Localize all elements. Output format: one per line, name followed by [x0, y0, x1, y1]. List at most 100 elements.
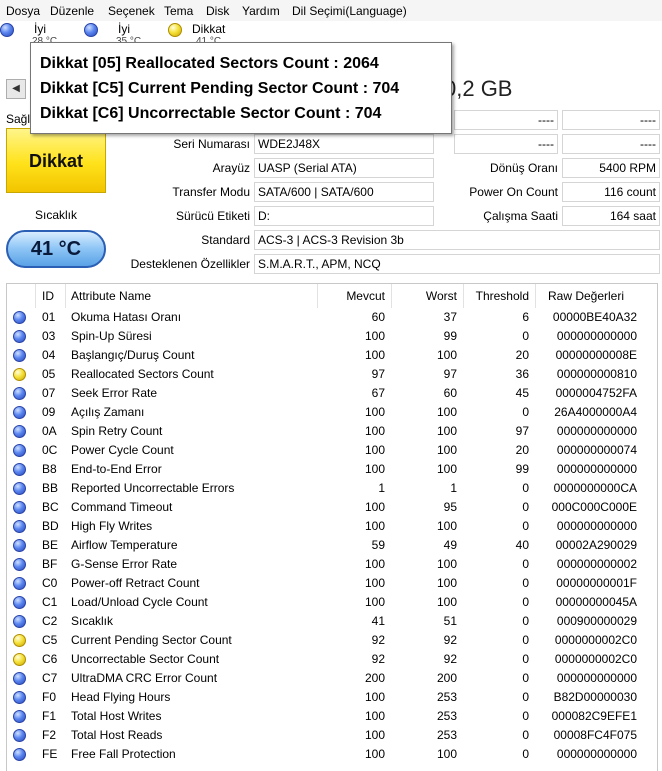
- cell-raw-value: 000000000002: [556, 557, 637, 571]
- column-divider[interactable]: [535, 284, 536, 308]
- cell-raw-value: 000000000000: [556, 462, 637, 476]
- table-body: 01 Okuma Hatası Oranı 60 37 6 00000BE40A32 03 S…: [7, 308, 657, 764]
- drive-tab-1[interactable]: İyi 28 °C: [0, 21, 80, 47]
- cell-threshold: 0: [522, 481, 529, 495]
- table-row[interactable]: 07 Seek Error Rate 67 60 45 0000004752FA: [7, 384, 657, 403]
- cell-current: 100: [364, 462, 385, 476]
- column-header-raw-values[interactable]: Raw Değerleri: [535, 284, 637, 308]
- cell-attribute-name: End-to-End Error: [71, 462, 162, 476]
- menu-item-disk[interactable]: Disk: [206, 4, 229, 18]
- table-row[interactable]: 03 Spin-Up Süresi 100 99 0 000000000000: [7, 327, 657, 346]
- table-row[interactable]: 0C Power Cycle Count 100 100 20 000000000074: [7, 441, 657, 460]
- serial-label: Seri Numarası: [173, 137, 250, 151]
- cell-current: 100: [364, 405, 385, 419]
- table-row[interactable]: F0 Head Flying Hours 100 253 0 B82D00000030: [7, 688, 657, 707]
- table-row[interactable]: 04 Başlangıç/Duruş Count 100 100 20 000000000…: [7, 346, 657, 365]
- caution-status-icon: [13, 634, 26, 647]
- table-row[interactable]: C6 Uncorrectable Sector Count 92 92 0 0000000…: [7, 650, 657, 669]
- menu-item-edit[interactable]: Düzenle: [50, 4, 94, 18]
- table-row[interactable]: F2 Total Host Reads 100 253 0 00008FC4F075: [7, 726, 657, 745]
- cell-worst: 100: [436, 462, 457, 476]
- column-header-threshold[interactable]: Threshold: [463, 284, 529, 308]
- health-status-value: Dikkat: [28, 151, 84, 171]
- temperature-button[interactable]: 41 °C: [6, 230, 106, 268]
- table-row[interactable]: FE Free Fall Protection 100 100 0 00000000000…: [7, 745, 657, 764]
- table-row[interactable]: 09 Açılış Zamanı 100 100 0 26A4000000A4: [7, 403, 657, 422]
- drive-tab-3[interactable]: Dikkat 41 °C: [168, 21, 248, 47]
- cell-raw-value: 000000000000: [556, 747, 637, 761]
- cell-worst: 253: [436, 709, 457, 723]
- caution-status-icon: [168, 23, 182, 37]
- cell-current: 100: [364, 500, 385, 514]
- table-row[interactable]: C2 Sıcaklık 41 51 0 000900000029: [7, 612, 657, 631]
- column-divider[interactable]: [463, 284, 464, 308]
- table-row[interactable]: BB Reported Uncorrectable Errors 1 1 0 000000…: [7, 479, 657, 498]
- table-row[interactable]: BE Airflow Temperature 59 49 40 00002A290029: [7, 536, 657, 555]
- previous-drive-button[interactable]: ◀: [6, 79, 26, 99]
- menu-item-language[interactable]: Dil Seçimi(Language): [292, 4, 407, 18]
- cell-attribute-name: Seek Error Rate: [71, 386, 158, 400]
- table-row[interactable]: BC Command Timeout 100 95 0 000C000C000E: [7, 498, 657, 517]
- cell-worst: 92: [443, 633, 457, 647]
- cell-threshold: 0: [522, 633, 529, 647]
- column-divider[interactable]: [391, 284, 392, 308]
- table-row[interactable]: C7 UltraDMA CRC Error Count 200 200 0 0000000…: [7, 669, 657, 688]
- health-status-button[interactable]: Dikkat: [6, 128, 106, 193]
- table-row[interactable]: C0 Power-off Retract Count 100 100 0 00000000…: [7, 574, 657, 593]
- good-status-icon: [13, 691, 26, 704]
- cell-id: F2: [42, 728, 57, 742]
- table-row[interactable]: F1 Total Host Writes 100 253 0 000082C9EFE1: [7, 707, 657, 726]
- cell-worst: 100: [436, 348, 457, 362]
- cell-worst: 100: [436, 405, 457, 419]
- cell-id: 01: [42, 310, 56, 324]
- good-status-icon: [13, 672, 26, 685]
- cell-attribute-name: High Fly Writes: [71, 519, 153, 533]
- features-field: S.M.A.R.T., APM, NCQ: [254, 254, 660, 274]
- power-on-count-field: 116 count: [562, 182, 660, 202]
- cell-attribute-name: Spin-Up Süresi: [71, 329, 152, 343]
- column-divider[interactable]: [317, 284, 318, 308]
- cell-threshold: 99: [515, 462, 529, 476]
- table-row[interactable]: BD High Fly Writes 100 100 0 000000000000: [7, 517, 657, 536]
- cell-current: 100: [364, 690, 385, 704]
- table-row[interactable]: B8 End-to-End Error 100 100 99 000000000000: [7, 460, 657, 479]
- cell-threshold: 0: [522, 557, 529, 571]
- drive-tab-2[interactable]: İyi 35 °C: [84, 21, 164, 47]
- column-header-current[interactable]: Mevcut: [317, 284, 385, 308]
- menu-item-theme[interactable]: Tema: [164, 4, 193, 18]
- power-on-hours-field: 164 saat: [562, 206, 660, 226]
- table-row[interactable]: C5 Current Pending Sector Count 92 92 0 00000…: [7, 631, 657, 650]
- table-row[interactable]: 01 Okuma Hatası Oranı 60 37 6 00000BE40A32: [7, 308, 657, 327]
- cell-raw-value: 00000BE40A32: [552, 310, 637, 324]
- serial-field: WDE2J48X: [254, 134, 434, 154]
- table-row[interactable]: 0A Spin Retry Count 100 100 97 000000000000: [7, 422, 657, 441]
- cell-raw-value: 000000000000: [556, 424, 637, 438]
- tooltip-line-reallocated: Dikkat [05] Reallocated Sectors Count : …: [40, 55, 379, 72]
- menu-item-help[interactable]: Yardım: [242, 4, 280, 18]
- cell-attribute-name: Free Fall Protection: [71, 747, 176, 761]
- menu-item-file[interactable]: Dosya: [6, 4, 40, 18]
- column-header-attribute-name[interactable]: Attribute Name: [71, 284, 151, 308]
- column-header-worst[interactable]: Worst: [389, 284, 457, 308]
- table-row[interactable]: BF G-Sense Error Rate 100 100 0 000000000002: [7, 555, 657, 574]
- table-row[interactable]: C1 Load/Unload Cycle Count 100 100 0 00000000…: [7, 593, 657, 612]
- smart-attributes-table[interactable]: ID Attribute Name Mevcut Worst Threshold…: [6, 283, 658, 771]
- cell-id: C1: [42, 595, 58, 609]
- drive-selector-bar: İyi 28 °C İyi 35 °C Dikkat 41 °C: [0, 21, 662, 47]
- cell-worst: 97: [443, 367, 457, 381]
- table-row[interactable]: 05 Reallocated Sectors Count 97 97 36 0000000…: [7, 365, 657, 384]
- cell-id: 07: [42, 386, 56, 400]
- column-divider[interactable]: [65, 284, 66, 308]
- cell-attribute-name: Current Pending Sector Count: [71, 633, 232, 647]
- menu-item-options[interactable]: Seçenek: [108, 4, 155, 18]
- cell-id: 03: [42, 329, 56, 343]
- cell-threshold: 0: [522, 405, 529, 419]
- cell-worst: 100: [436, 557, 457, 571]
- cell-id: BE: [42, 538, 59, 552]
- column-header-id[interactable]: ID: [42, 284, 54, 308]
- cell-threshold: 0: [522, 652, 529, 666]
- cell-id: C7: [42, 671, 58, 685]
- cell-worst: 99: [443, 329, 457, 343]
- cell-raw-value: B82D00000030: [553, 690, 637, 704]
- column-divider[interactable]: [35, 284, 36, 308]
